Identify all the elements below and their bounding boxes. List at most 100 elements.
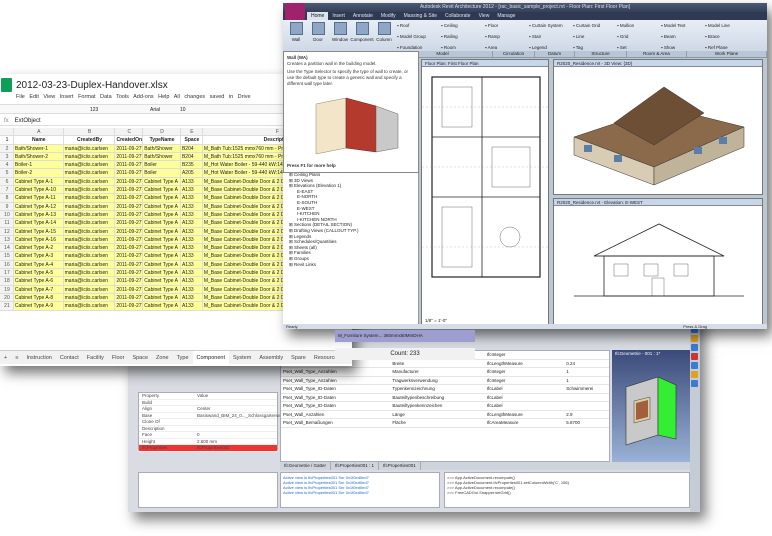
document-title[interactable]: 2012-03-23-Duplex-Handover.xlsx [16, 80, 168, 91]
cell[interactable]: Cabinet Type A-10 [13, 186, 64, 194]
cell[interactable]: maria@iciis.carlsen [63, 144, 116, 152]
cell[interactable]: Cabinet Type A-11 [13, 194, 64, 202]
sheet-tab[interactable]: System ▾ [229, 351, 255, 364]
header-cell[interactable]: Space [180, 136, 203, 144]
ribbon-small-button[interactable]: ▪ Stair [529, 33, 573, 44]
cell[interactable]: Cabinet Type A-6 [13, 277, 64, 285]
cell[interactable]: Bath/Shower-2 [13, 152, 64, 161]
view-tab[interactable]: IfcProperties001 : 1 [331, 462, 380, 470]
cell[interactable]: Cabinet Type A [143, 177, 181, 186]
row-number[interactable]: 4 [0, 161, 14, 169]
menu-item[interactable]: Tools [116, 94, 133, 100]
cell[interactable]: Cabinet Type A-3 [13, 252, 64, 260]
row-number[interactable]: 2 [0, 144, 14, 152]
menu-bar[interactable]: File Edit View Insert Format Data Tools … [16, 94, 251, 100]
header-cell[interactable]: Name [13, 136, 64, 144]
tool-icon[interactable] [691, 335, 698, 342]
cell[interactable]: maria@iciis.carlsen [63, 210, 116, 219]
cell[interactable]: Bath/Shower [143, 144, 181, 152]
menu-item[interactable]: Insert [60, 94, 78, 100]
cell[interactable]: Pset_Wall_Type_Anzahlen [281, 368, 390, 376]
table-row[interactable]: Pset_Wall_Type_ID-Daten Bauteiltypenbesch… [281, 394, 609, 402]
cell[interactable]: Cabinet Type A-15 [13, 227, 64, 235]
ribbon-small-button[interactable]: ▪ Floor [485, 22, 529, 33]
cell[interactable]: B204 [180, 152, 203, 161]
cell[interactable]: 2.9 [564, 411, 609, 419]
cell[interactable]: maria@iciis.carlsen [63, 269, 116, 277]
ribbon-tab[interactable]: Modify [377, 12, 400, 20]
ribbon-small-button[interactable]: ▪ Brace [705, 33, 749, 44]
row-number[interactable]: 9 [0, 202, 14, 210]
cell[interactable]: Boiler [143, 169, 181, 177]
elevation-view[interactable]: R2020_Residence.rvt - Elevation: E-WEST [553, 198, 763, 325]
cell[interactable]: Cabinet Type A-13 [13, 210, 64, 219]
cell[interactable]: maria@iciis.carlsen [63, 293, 116, 302]
ribbon-small-button[interactable]: ▪ Beam [661, 33, 705, 44]
cell[interactable]: Bauteiltypenbeschreibung [390, 394, 484, 402]
table-row[interactable]: Pset_Wall_Type_Anzahlen Tragwerksverwendu… [281, 377, 609, 385]
cell[interactable]: Cabinet Type A-5 [13, 269, 64, 277]
menu-item[interactable]: Format [78, 94, 100, 100]
ribbon-tab[interactable]: Massing & Site [400, 12, 441, 20]
cell[interactable]: 2011-09-27T11:1 [115, 244, 144, 252]
browser-item[interactable]: ⊞ Revit Links [285, 262, 416, 268]
ribbon-tab[interactable]: Collaborate [441, 12, 475, 20]
cell[interactable]: maria@iciis.carlsen [63, 235, 116, 244]
cell[interactable]: 2011-09-27T11:1 [115, 210, 144, 219]
cell[interactable]: Schwimmerei [564, 385, 609, 393]
cell[interactable]: B235 [180, 161, 203, 169]
cell[interactable]: maria@iciis.carlsen [63, 260, 116, 269]
cell[interactable]: Cabinet Type A [143, 302, 181, 310]
cell[interactable]: Cabinet Type A-7 [13, 285, 64, 293]
ribbon-small-button[interactable]: ▪ Curtain System [529, 22, 573, 33]
cell[interactable]: A133 [180, 194, 203, 202]
header-cell[interactable]: 1 [0, 136, 14, 144]
property-row[interactable]: IfcProperties IfcProperties001 [139, 445, 277, 452]
cell[interactable]: A133 [180, 210, 203, 219]
cell[interactable]: Cabinet Type A [143, 277, 181, 285]
sheet-tab[interactable]: Space ▾ [128, 351, 152, 364]
revit-app-icon[interactable] [285, 3, 305, 20]
cell[interactable]: IfcLabel [485, 394, 565, 402]
ribbon-small-button[interactable]: ▪ Ramp [485, 33, 529, 44]
view-tab[interactable]: IfcProperties001 [379, 462, 421, 470]
column-header[interactable]: B [63, 128, 116, 136]
cell[interactable]: Cabinet Type A [143, 219, 181, 227]
cell[interactable]: IfcLabel [485, 385, 565, 393]
ribbon-tab[interactable]: View [475, 12, 494, 20]
row-number[interactable]: 20 [0, 293, 14, 302]
cell[interactable]: Cabinet Type A-14 [13, 219, 64, 227]
3d-view[interactable]: R2020_Residence.rvt - 3D View: {3D} [553, 59, 763, 195]
project-browser[interactable]: ⊞ Ceiling Plans ⊞ 3D Views ⊞ Elevations (E… [283, 171, 419, 325]
cell[interactable]: IfcInteger [485, 368, 565, 376]
cell[interactable]: Pset_Wall_Bemaßungen [281, 419, 390, 427]
header-cell[interactable]: CreatedBy [63, 136, 116, 144]
cell[interactable]: IfcLabel [485, 402, 565, 410]
cell[interactable]: Manufacturer [390, 368, 484, 376]
cell[interactable]: Cabinet Type A-1 [13, 177, 64, 186]
sheet-tab[interactable]: Assembly ▾ [255, 351, 287, 364]
cell[interactable]: A133 [180, 244, 203, 252]
row-number[interactable]: 15 [0, 252, 14, 260]
ribbon-small-button[interactable]: ▪ Railing [441, 33, 485, 44]
cell[interactable]: Cabinet Type A [143, 252, 181, 260]
cell[interactable]: maria@iciis.carlsen [63, 169, 116, 177]
cell[interactable]: maria@iciis.carlsen [63, 244, 116, 252]
cell[interactable]: IfcInteger [485, 351, 565, 359]
freecad-3d-view[interactable]: IfcGeometrie - 001 : 1* [612, 350, 690, 462]
cell[interactable]: Cabinet Type A-8 [13, 293, 64, 302]
row-number[interactable]: 7 [0, 186, 14, 194]
cell[interactable]: 2011-09-27T11:1 [115, 235, 144, 244]
sheet-tab[interactable]: Instruction ▾ [22, 351, 55, 364]
row-number[interactable]: 8 [0, 194, 14, 202]
header-cell[interactable]: CreatedOn [115, 136, 144, 144]
menu-item[interactable]: File [16, 94, 29, 100]
cell[interactable]: A133 [180, 277, 203, 285]
cell[interactable]: Boiler-1 [13, 161, 64, 169]
column-header[interactable]: D [143, 128, 181, 136]
column-header[interactable]: E [180, 128, 203, 136]
sheet-tab[interactable]: Type ▾ [173, 351, 193, 364]
table-row[interactable]: Pset_Wall_Bemaßungen Fläche IfcAreaMeasure… [281, 419, 609, 428]
cell[interactable]: A133 [180, 227, 203, 235]
cell[interactable]: 2011-09-27T11:1 [115, 293, 144, 302]
